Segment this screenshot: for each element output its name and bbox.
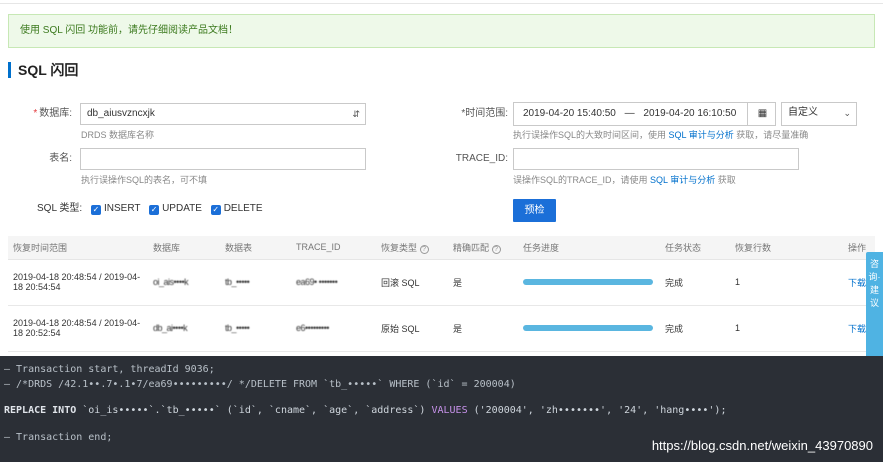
chevron-down-icon: ⌄: [843, 108, 851, 118]
cell-status: 完成: [660, 305, 730, 352]
table-name-input[interactable]: [80, 148, 366, 170]
page-title: SQL 闪回: [8, 62, 78, 78]
col-type: 恢复类型 ?: [376, 236, 448, 260]
time-mode-value: 自定义: [788, 107, 818, 118]
col-progress: 任务进度: [518, 236, 660, 260]
help-icon: ?: [419, 244, 429, 254]
checkbox-update[interactable]: ✓: [149, 205, 160, 215]
table-row: 2019-04-18 20:48:54 / 2019-04-18 20:52:5…: [8, 305, 875, 352]
feedback-side-tab[interactable]: 咨询·建议: [866, 252, 883, 370]
cell-exact: 是: [448, 259, 518, 306]
sql-type-label: SQL 类型:: [37, 203, 83, 214]
database-select-value: db_aiusvzncxjk: [87, 108, 155, 119]
cell-trace-id: ea69• •••••••: [291, 259, 376, 306]
col-exact: 精确匹配 ?: [448, 236, 518, 260]
database-select[interactable]: db_aiusvzncxjk ⇵: [80, 103, 366, 125]
download-link[interactable]: 下载: [848, 324, 866, 334]
time-range-end: 2019-04-20 16:10:50: [643, 108, 737, 119]
help-icon: ?: [491, 244, 501, 254]
cell-rows: 1: [730, 305, 843, 352]
database-label: * 数据库:: [33, 108, 72, 119]
console-line-3: REPLACE INTO `oi_is•••••`.`tb_•••••` (`i…: [4, 405, 727, 416]
download-link[interactable]: 下载: [848, 278, 866, 288]
col-time-range: 恢复时间范围: [8, 236, 148, 260]
precheck-button[interactable]: 预检: [513, 199, 556, 222]
notice-banner: 使用 SQL 闪回 功能前，请先仔细阅读产品文档！: [8, 14, 875, 48]
trace-id-input[interactable]: [513, 148, 799, 170]
col-status: 任务状态: [660, 236, 730, 260]
cell-rows: 1: [730, 259, 843, 306]
cell-database: db_ai••••k: [148, 305, 220, 352]
cell-database: oi_ais••••k: [148, 259, 220, 306]
table-name-hint: 执行误操作SQL的表名，可不填: [81, 175, 208, 185]
cell-progress: [518, 305, 660, 352]
sql-console: — Transaction start, threadId 9036; — /*…: [0, 356, 883, 462]
time-range-hint: 执行误操作SQL的大致时间区间，使用 SQL 审计与分析 获取，请尽量准确: [513, 130, 809, 140]
table-name-label: 表名:: [49, 153, 72, 164]
checkbox-update-label: UPDATE: [162, 203, 202, 214]
sql-type-group: SQL 类型: ✓ INSERT ✓ UPDATE ✓ DELETE: [37, 202, 263, 216]
col-rows: 恢复行数: [730, 236, 843, 260]
time-range-start: 2019-04-20 15:40:50: [523, 108, 616, 119]
cell-type: 原始 SQL: [376, 305, 448, 352]
cell-table: tb_•••••: [220, 259, 291, 306]
top-divider: [0, 0, 883, 4]
time-range-picker[interactable]: 2019-04-20 15:40:50 — 2019-04-20 16:10:5…: [513, 102, 776, 126]
task-table: 恢复时间范围 数据库 数据表 TRACE_ID 恢复类型 ? 精确匹配 ? 任务…: [8, 236, 875, 352]
select-arrows-icon: ⇵: [352, 109, 360, 119]
checkbox-insert-label: INSERT: [103, 203, 141, 214]
col-database: 数据库: [148, 236, 220, 260]
sql-audit-link[interactable]: SQL 审计与分析: [669, 130, 734, 140]
table-header-row: 恢复时间范围 数据库 数据表 TRACE_ID 恢复类型 ? 精确匹配 ? 任务…: [8, 236, 875, 260]
time-mode-select[interactable]: 自定义 ⌄: [781, 102, 857, 126]
checkbox-delete[interactable]: ✓: [210, 205, 221, 215]
time-range-separator: —: [624, 108, 635, 119]
cell-status: 完成: [660, 259, 730, 306]
checkbox-delete-label: DELETE: [223, 203, 263, 214]
cell-time-range: 2019-04-18 20:48:54 / 2019-04-18 20:52:5…: [8, 305, 148, 352]
trace-id-hint: 误操作SQL的TRACE_ID，请使用 SQL 审计与分析 获取: [513, 175, 736, 185]
cell-table: tb_•••••: [220, 305, 291, 352]
col-trace-id: TRACE_ID: [291, 236, 376, 260]
sql-audit-link-2[interactable]: SQL 审计与分析: [650, 175, 715, 185]
progress-bar: [523, 279, 653, 285]
table-row: 2019-04-18 20:48:54 / 2019-04-18 20:54:5…: [8, 259, 875, 306]
cell-trace-id: e6•••••••••: [291, 305, 376, 352]
console-line-4: — Transaction end;: [4, 432, 113, 443]
calendar-icon[interactable]: ▦: [747, 103, 777, 125]
cell-type: 回滚 SQL: [376, 259, 448, 306]
console-line-2: — /*DRDS /42.1••.7•.1•7/ea69•••••••••/ *…: [4, 379, 516, 390]
progress-bar: [523, 325, 653, 331]
watermark: https://blog.csdn.net/weixin_43970890: [651, 438, 873, 453]
database-hint: DRDS 数据库名称: [81, 130, 155, 140]
cell-exact: 是: [448, 305, 518, 352]
cell-time-range: 2019-04-18 20:48:54 / 2019-04-18 20:54:5…: [8, 259, 148, 306]
col-table: 数据表: [220, 236, 291, 260]
trace-id-label: TRACE_ID:: [455, 153, 508, 164]
cell-progress: [518, 259, 660, 306]
checkbox-insert[interactable]: ✓: [90, 205, 101, 215]
time-range-label: *时间范围:: [461, 108, 508, 119]
